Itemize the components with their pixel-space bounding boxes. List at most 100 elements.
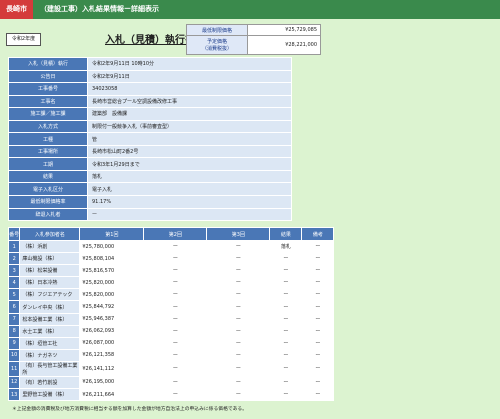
bid-round1: ¥26,195,000	[79, 375, 145, 390]
bidder-name: 水士工業（株）	[19, 324, 81, 338]
info-value: 令和3年1月29日まで	[87, 157, 292, 171]
info-value: 管	[87, 132, 292, 146]
info-row: 入札（見積）執行 令和2年9月11日 10時10分	[8, 57, 292, 71]
bid-result: ー	[269, 388, 303, 402]
info-value: 長崎市松山町2番2号	[87, 144, 292, 159]
bid-round3: ー	[206, 388, 271, 402]
table-row: 11 （有）長与管工設備工業所 ¥26,141,112 ーーーー	[7, 360, 335, 377]
bid-round2: ー	[143, 336, 208, 350]
price-value: ¥28,221,000	[247, 35, 321, 55]
col-header-note: 備考	[301, 227, 335, 241]
info-label: 結果	[8, 169, 88, 184]
bid-round1: ¥26,087,000	[79, 336, 145, 350]
city-label: 長崎市	[0, 0, 33, 19]
info-row: 工期 令和3年1月29日まで	[8, 157, 292, 171]
info-row: 工事場所 長崎市松山町2番2号	[8, 144, 292, 159]
bidder-name: 里野管工設備（株）	[19, 388, 81, 402]
bid-round3: ー	[206, 252, 271, 266]
col-header-number: 番号	[7, 227, 21, 241]
col-header-result: 結果	[269, 227, 303, 241]
bid-round2: ー	[143, 360, 208, 377]
bid-round3: ー	[206, 300, 271, 314]
table-row: 10 （株）ナガネツ ¥26,121,358 ーーーー	[7, 348, 335, 362]
bid-result: ー	[269, 375, 303, 390]
bid-result: ー	[269, 324, 303, 338]
bid-round2: ー	[143, 388, 208, 402]
table-row: 4 （株）日本冷熱 ¥25,820,000 ーーーー	[7, 276, 335, 290]
row-number: 1	[7, 239, 21, 254]
header-bar: 長崎市 （建設工事）入札結果情報ー詳細表示	[0, 0, 500, 19]
bid-round1: ¥25,946,387	[79, 312, 145, 326]
bidder-name: （株）日本冷熱	[19, 276, 81, 290]
bid-round3: ー	[206, 348, 271, 362]
price-table: 最低制限価格 ¥25,729,085 予定価格 （消費税抜） ¥28,221,00…	[186, 24, 321, 55]
info-value: 34023058	[87, 82, 292, 96]
row-number: 4	[7, 276, 21, 290]
row-number: 8	[7, 324, 21, 338]
bid-result: ー	[269, 276, 303, 290]
bid-round1: ¥26,121,358	[79, 348, 145, 362]
info-label: 最低制限価格率	[8, 195, 88, 209]
info-label: 入札（見積）執行	[8, 57, 88, 71]
info-row: 工事名 長崎市営総合プール空調設備改修工事	[8, 94, 292, 109]
bidder-name: （株）ナガネツ	[19, 348, 81, 362]
bid-result: ー	[269, 288, 303, 302]
bidder-name: 庫山機設（株）	[19, 252, 81, 266]
info-row: 工種管	[8, 132, 292, 146]
bidder-name: （有）若竹創設	[19, 375, 81, 390]
bid-round3: ー	[206, 375, 271, 390]
bids-table: 番号 入札参加者名 第1回 第2回 第3回 結果 備考 1 （株）浜創 ¥25,78…	[7, 227, 335, 402]
bid-round2: ー	[143, 312, 208, 326]
info-value: ー	[87, 207, 292, 222]
bid-round2: ー	[143, 252, 208, 266]
bid-round1: ¥25,820,000	[79, 276, 145, 290]
info-value: 令和2年9月11日	[87, 69, 292, 84]
info-row: 入札方式 制限付一般競争入札（事前審査型）	[8, 119, 292, 134]
bid-round1: ¥26,062,093	[79, 324, 145, 338]
bidder-name: （株）垣管工社	[19, 336, 81, 350]
bid-round1: ¥26,141,112	[79, 360, 145, 377]
bidder-name: ダンレイ中央（株）	[19, 300, 81, 314]
bid-round1: ¥25,816,570	[79, 264, 145, 278]
info-row: 最低制限価格率 91.17%	[8, 195, 292, 209]
row-number: 10	[7, 348, 21, 362]
table-row: 2 庫山機設（株） ¥25,808,104 ーーーー	[7, 252, 335, 266]
col-header-round2: 第2回	[143, 227, 208, 241]
bid-round2: ー	[143, 324, 208, 338]
info-label: 工事場所	[8, 144, 88, 159]
bid-note: ー	[301, 288, 335, 302]
bid-note: ー	[301, 239, 335, 254]
bid-round3: ー	[206, 264, 271, 278]
bid-round2: ー	[143, 348, 208, 362]
row-number: 3	[7, 264, 21, 278]
bid-round3: ー	[206, 276, 271, 290]
bid-note: ー	[301, 324, 335, 338]
bid-round3: ー	[206, 324, 271, 338]
row-number: 6	[7, 300, 21, 314]
bidder-name: （株）浜創	[19, 239, 81, 254]
row-number: 12	[7, 375, 21, 390]
info-table: 入札（見積）執行 令和2年9月11日 10時10分 公告日 令和2年9月11日 工事番号…	[8, 57, 292, 222]
bid-round2: ー	[143, 375, 208, 390]
bid-round3: ー	[206, 360, 271, 377]
bid-result: ー	[269, 348, 303, 362]
page-title: （建設工事）入札結果情報ー詳細表示	[40, 5, 159, 13]
bid-note: ー	[301, 336, 335, 350]
info-value: 令和2年9月11日 10時10分	[87, 57, 292, 71]
col-header-round3: 第3回	[206, 227, 271, 241]
footnote: ＊上記金額の消費税及び地方消費税に相当する額を加算した金額が地方自治法上の申込み…	[12, 407, 248, 412]
row-number: 13	[7, 388, 21, 402]
info-label: 公告日	[8, 69, 88, 84]
row-number: 9	[7, 336, 21, 350]
bid-result: ー	[269, 300, 303, 314]
info-label: 施工課／施工課	[8, 107, 88, 121]
bid-round2: ー	[143, 300, 208, 314]
row-number: 5	[7, 288, 21, 302]
bid-note: ー	[301, 388, 335, 402]
info-row: 公告日 令和2年9月11日	[8, 69, 292, 84]
bid-note: ー	[301, 276, 335, 290]
bids-header-row: 番号 入札参加者名 第1回 第2回 第3回 結果 備考	[7, 227, 335, 241]
bid-note: ー	[301, 312, 335, 326]
info-label: 工事名	[8, 94, 88, 109]
bid-round3: ー	[206, 288, 271, 302]
